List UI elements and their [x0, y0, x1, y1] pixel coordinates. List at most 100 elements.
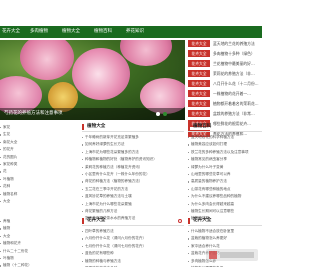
encyclopedia-panel: 植物百科 蓝天地名花的科学种植方法 植物美容应该如何打理 铁兰花的多种养殖方法以及注… [188, 122, 262, 220]
list-item[interactable]: 如何养好绿萝的生长方法 [82, 141, 184, 148]
side-list-item[interactable]: 花卉大全 多肉植物十多种（绿色） [188, 50, 262, 58]
side-list-link[interactable]: 盆栽的养殖方法（非常… [213, 110, 262, 117]
list-item[interactable]: 种植物和植物的好处（植物养护的资讯知识） [82, 156, 184, 163]
list-item[interactable]: 植物和花卉 [0, 240, 60, 247]
list-item[interactable]: 四叶草的养殖方法 [82, 228, 184, 235]
list-item[interactable]: 荷花繁殖的几种方法 [82, 208, 184, 215]
banner-caption[interactable]: 芍药花的养殖方法和注意事项 [4, 108, 63, 120]
list-item[interactable]: 的花卉 [0, 146, 60, 153]
carousel-dots [156, 112, 167, 116]
list-item[interactable]: 花的图片 [0, 154, 60, 161]
list-item[interactable]: 什么植物不适合放在卧室里 [188, 228, 262, 235]
list-item[interactable]: 铁兰花的多种养殖方法以及注意事项 [188, 149, 262, 156]
list-item[interactable]: 叶植物 [0, 176, 60, 183]
category-tag[interactable]: 花卉大全 [188, 80, 210, 87]
list-item[interactable]: 叶植物 [0, 255, 60, 262]
nav-item-flowers[interactable]: 花卉大全 [2, 26, 20, 38]
banner-caption-bar: 芍药花的养殖方法和注意事项 [0, 108, 185, 120]
side-list-link[interactable]: 一株植物的花开着一… [213, 90, 262, 97]
list-item[interactable]: 为什么不建议养哪些品种的植物 [188, 193, 262, 200]
list-item[interactable]: 小区里有什么花卉（一株什么年份的花） [82, 171, 184, 178]
list-item[interactable]: 植物美容应该如何打理 [188, 141, 262, 148]
category-tag[interactable]: 花卉大全 [188, 70, 210, 77]
list-item[interactable]: 花种 [0, 183, 60, 190]
list-item[interactable]: 茉莉花的种植方法（种植花卉资讯） [82, 164, 184, 171]
side-list-link[interactable]: 兰花植物中最美丽的好… [213, 60, 262, 67]
list-item[interactable]: 蓝色的花有哪些种 [82, 250, 184, 257]
left-bottom-panel: 养殖 植物 大全 植物和花卉 什么二十二份花 叶植物 植物（十二种花） [0, 216, 60, 267]
list-item[interactable]: 大全 [0, 198, 60, 205]
list-item[interactable]: 养殖 [0, 218, 60, 225]
list-item[interactable]: 花 [0, 168, 60, 175]
panel-title[interactable]: 花卉大全 [193, 216, 211, 226]
side-list-item[interactable]: 花卉大全 一株植物的花开着一… [188, 90, 262, 98]
panel-header: 植物大全 [82, 122, 184, 132]
list-item[interactable]: 为什么多肉会长得越来越高 [188, 201, 262, 208]
nav-item-care[interactable]: 养花知识 [126, 26, 144, 38]
side-list-link[interactable]: 八月开什么花（十二月份… [213, 80, 262, 87]
panel-title[interactable]: 植物百科 [193, 122, 211, 132]
side-list-item[interactable]: 花卉大全 盆栽的养殖方法（非常… [188, 110, 262, 118]
side-list-item[interactable]: 花卉大全 植物都开着着名的茉莉花… [188, 100, 262, 108]
list-item[interactable]: 家花种类 [0, 161, 60, 168]
list-item[interactable]: 山地里的哪些花草可以养 [188, 171, 262, 178]
main-nav: 花卉大全 多肉植物 植物大全 植物百科 养花知识 [0, 26, 262, 38]
nav-item-plants[interactable]: 植物大全 [62, 26, 80, 38]
carousel-dot[interactable] [156, 112, 160, 116]
side-list-link[interactable]: 多肉植物十多种（绿色） [213, 50, 262, 57]
panel-header: 花卉大全 [188, 216, 262, 226]
list-item[interactable]: 绿萝为什么叶子变黄 [188, 164, 262, 171]
list-item[interactable]: 生花 [0, 131, 60, 138]
list-item[interactable]: 盆栽的植物怎么养更好 [188, 235, 262, 242]
category-tag[interactable]: 花卉大全 [188, 60, 210, 67]
list-item[interactable]: 植物（十二种花） [0, 262, 60, 267]
nav-item-succulents[interactable]: 多肉植物 [30, 26, 48, 38]
list-item[interactable]: 植物的种植与养殖方法 [82, 258, 184, 265]
side-list-item[interactable]: 花卉大全 茉莉花的养殖方法（非… [188, 70, 262, 78]
list-item[interactable]: 家花 [0, 124, 60, 131]
list-item[interactable]: 植物常见的病虫害分享 [188, 156, 262, 163]
left-top-panel: 家花 生花 南花大全 的花卉 花的图片 家花种类花叶植物 花种 植物名称 大全 [0, 122, 60, 212]
list-item[interactable]: 植物 [0, 225, 60, 232]
side-list-link[interactable]: 茉莉花的养殖方法（非… [213, 70, 262, 77]
list-item[interactable]: 上海市花为什么哪些花朵繁殖 [82, 201, 184, 208]
side-list-item[interactable]: 花卉大全 八月开什么花（十二月份… [188, 80, 262, 88]
category-tag[interactable]: 花卉大全 [188, 40, 210, 47]
header-accent [82, 124, 84, 130]
list-item[interactable]: 上海市花为哪些花朵繁殖多的方法 [82, 149, 184, 156]
side-list-link[interactable]: 蓝天地的兰花的养殖方法 [213, 40, 262, 47]
side-list-link[interactable]: 植物都开着着名的茉莉花… [213, 100, 262, 107]
panel-header: 花卉大全 [82, 216, 184, 226]
more-icon[interactable] [178, 219, 182, 223]
nav-item-encyclopedia[interactable]: 植物百科 [94, 26, 112, 38]
list-item[interactable]: 蓝风铃花草的养殖方法与土壤 [82, 193, 184, 200]
category-tag[interactable]: 花卉大全 [188, 90, 210, 97]
list-item[interactable]: 大全 [0, 233, 60, 240]
list-item[interactable]: 山茶花有哪些种植的地点 [188, 186, 262, 193]
list-item[interactable]: 荷花的种植方法（植物的养殖方法） [82, 178, 184, 185]
list-item[interactable]: 植物名称 [0, 191, 60, 198]
panel-title[interactable]: 花卉大全 [87, 216, 105, 226]
panel-title[interactable]: 植物大全 [87, 122, 105, 132]
carousel-dot-active[interactable] [163, 112, 167, 116]
plants-panel: 植物大全 千年睡树的新芽开花充足茶繁殖多 如何养好绿萝的生长方法 上海市花为哪些花朵… [82, 122, 184, 220]
header-accent [82, 218, 84, 224]
category-tag[interactable]: 花卉大全 [188, 100, 210, 107]
list-item[interactable]: 什么二十二份花 [0, 248, 60, 255]
side-list-item[interactable]: 花卉大全 兰花植物中最美丽的好… [188, 60, 262, 68]
header-accent [188, 218, 190, 224]
side-list-item[interactable]: 花卉大全 蓝天地的兰花的养殖方法 [188, 40, 262, 48]
list-item[interactable]: 玉兰花在三季中开花的方法 [82, 186, 184, 193]
list-item[interactable]: 千年睡树的新芽开花充足茶繁殖多 [82, 134, 184, 141]
list-item[interactable]: 植物生长期间可以注意哪些 [188, 208, 262, 215]
list-item[interactable]: 六月份开什么花（请问六月份的花卉） [82, 235, 184, 242]
category-tag[interactable]: 花卉大全 [188, 110, 210, 117]
list-item[interactable]: 七月份开什么花（请问七月份的花卉） [82, 243, 184, 250]
header-accent [188, 124, 190, 130]
list-item[interactable]: 南花大全 [0, 139, 60, 146]
list-item[interactable]: 高质量的植物养护方法 [188, 178, 262, 185]
hero-banner[interactable]: 芍药花的养殖方法和注意事项 [0, 40, 185, 120]
category-tag[interactable]: 花卉大全 [188, 50, 210, 57]
flowers-panel: 花卉大全 四叶草的养殖方法 六月份开什么花（请问六月份的花卉） 七月份开什么花（请问… [82, 216, 184, 267]
list-item[interactable]: 蓝天地名花的科学种植方法 [188, 134, 262, 141]
